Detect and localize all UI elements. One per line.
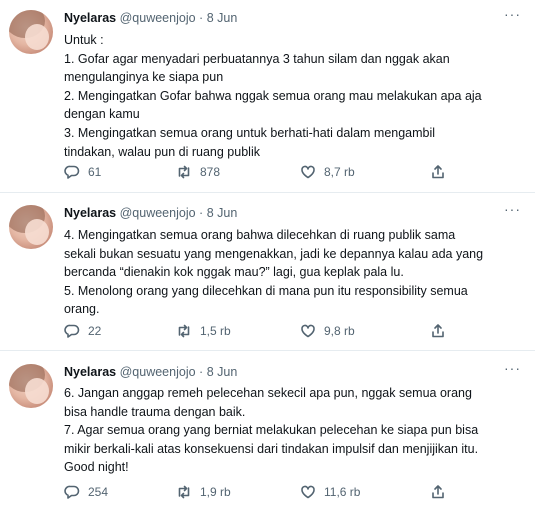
avatar[interactable] bbox=[9, 364, 53, 408]
tweet-line: bercanda “dienakin kok nggak mau?” lagi,… bbox=[64, 265, 404, 280]
tweet-line: sekali bukan sesuatu yang mengenakkan, j… bbox=[64, 246, 484, 261]
retweet-count: 878 bbox=[200, 165, 221, 179]
like-count: 8,7 rb bbox=[324, 165, 355, 179]
avatar[interactable] bbox=[9, 205, 53, 249]
avatar[interactable] bbox=[9, 10, 53, 54]
like-button[interactable]: 11,6 rb bbox=[300, 484, 360, 500]
display-name[interactable]: Nyelaras bbox=[64, 365, 116, 379]
tweet-date[interactable]: 8 Jun bbox=[207, 11, 238, 25]
retweet-button[interactable]: 1,5 rb bbox=[176, 323, 231, 339]
tweet-line: bisa handle trauma dengan baik. bbox=[64, 404, 246, 419]
tweet-line: 6. Jangan anggap remeh pelecehan sekecil… bbox=[64, 386, 472, 400]
retweet-button[interactable]: 1,9 rb bbox=[176, 484, 231, 500]
tweet-text: Untuk : 1. Gofar agar menyadari perbuata… bbox=[64, 31, 521, 161]
display-name[interactable]: Nyelaras bbox=[64, 11, 116, 25]
more-horizontal-icon[interactable]: ··· bbox=[504, 360, 521, 376]
tweet-line: Untuk : bbox=[64, 33, 104, 47]
tweet-line: 3. Mengingatkan semua orang untuk berhat… bbox=[64, 125, 436, 140]
tweet-line: mikir berkali-kali atas konsekuensi dari… bbox=[64, 441, 479, 456]
reply-icon bbox=[64, 324, 80, 338]
separator: · bbox=[199, 365, 204, 379]
tweet-line: 7. Agar semua orang yang berniat melakuk… bbox=[64, 423, 479, 438]
like-count: 9,8 rb bbox=[324, 324, 355, 338]
reply-icon bbox=[64, 165, 80, 179]
tweet-header: Nyelaras @quweenjojo · 8 Jun bbox=[64, 206, 505, 220]
share-button[interactable] bbox=[430, 164, 446, 180]
user-handle[interactable]: @quweenjojo bbox=[120, 206, 196, 220]
tweet-header: Nyelaras @quweenjojo · 8 Jun bbox=[64, 365, 505, 379]
tweet-line: 2. Mengingatkan Gofar bahwa nggak semua … bbox=[64, 88, 482, 103]
tweet-line: tindakan, walau pun di ruang publik bbox=[64, 144, 260, 159]
share-icon bbox=[432, 485, 444, 499]
like-button[interactable]: 9,8 rb bbox=[300, 323, 355, 339]
retweet-count: 1,5 rb bbox=[200, 324, 231, 338]
retweet-icon bbox=[178, 485, 190, 499]
reply-icon bbox=[64, 485, 80, 499]
tweet-header: Nyelaras @quweenjojo · 8 Jun bbox=[64, 11, 505, 25]
reply-count: 254 bbox=[88, 485, 109, 499]
separator: · bbox=[199, 206, 204, 220]
share-button[interactable] bbox=[430, 323, 446, 339]
separator: · bbox=[199, 11, 204, 25]
user-handle[interactable]: @quweenjojo bbox=[120, 11, 196, 25]
retweet-button[interactable]: 878 bbox=[176, 164, 220, 180]
heart-icon bbox=[301, 485, 315, 499]
reply-count: 22 bbox=[88, 324, 102, 338]
tweet-date[interactable]: 8 Jun bbox=[207, 365, 238, 379]
tweet-line: mengulanginya ke siapa pun bbox=[64, 70, 224, 85]
heart-icon bbox=[301, 165, 315, 179]
tweet-text: 4. Mengingatkan semua orang bahwa dilece… bbox=[64, 226, 521, 319]
reply-count: 61 bbox=[88, 165, 102, 179]
reply-button[interactable]: 22 bbox=[64, 323, 101, 339]
like-button[interactable]: 8,7 rb bbox=[300, 164, 355, 180]
heart-icon bbox=[301, 324, 315, 338]
tweet[interactable]: Nyelaras @quweenjojo · 8 Jun ··· Untuk :… bbox=[0, 0, 535, 193]
tweet-line: 4. Mengingatkan semua orang bahwa dilece… bbox=[64, 228, 456, 242]
more-horizontal-icon[interactable]: ··· bbox=[504, 6, 521, 22]
tweet-line: 1. Gofar agar menyadari perbuatannya 3 t… bbox=[64, 51, 450, 66]
like-count: 11,6 rb bbox=[324, 485, 361, 499]
tweet-date[interactable]: 8 Jun bbox=[207, 206, 238, 220]
retweet-icon bbox=[178, 165, 190, 179]
reply-button[interactable]: 61 bbox=[64, 164, 101, 180]
tweet-line: Good night! bbox=[64, 460, 129, 475]
user-handle[interactable]: @quweenjojo bbox=[120, 365, 196, 379]
tweet-line: 5. Menolong orang yang dilecehkan di man… bbox=[64, 283, 468, 298]
tweet[interactable]: Nyelaras @quweenjojo · 8 Jun ··· 6. Jang… bbox=[0, 351, 535, 511]
tweet-line: dengan kamu bbox=[64, 107, 140, 122]
tweet-text: 6. Jangan anggap remeh pelecehan sekecil… bbox=[64, 384, 521, 477]
share-icon bbox=[432, 324, 444, 338]
more-horizontal-icon[interactable]: ··· bbox=[504, 201, 521, 217]
share-button[interactable] bbox=[430, 484, 446, 500]
retweet-count: 1,9 rb bbox=[200, 485, 231, 499]
tweet-line: orang. bbox=[64, 302, 100, 317]
share-icon bbox=[432, 165, 444, 179]
display-name[interactable]: Nyelaras bbox=[64, 206, 116, 220]
reply-button[interactable]: 254 bbox=[64, 484, 108, 500]
tweet[interactable]: Nyelaras @quweenjojo · 8 Jun ··· 4. Meng… bbox=[0, 193, 535, 351]
retweet-icon bbox=[178, 324, 190, 338]
